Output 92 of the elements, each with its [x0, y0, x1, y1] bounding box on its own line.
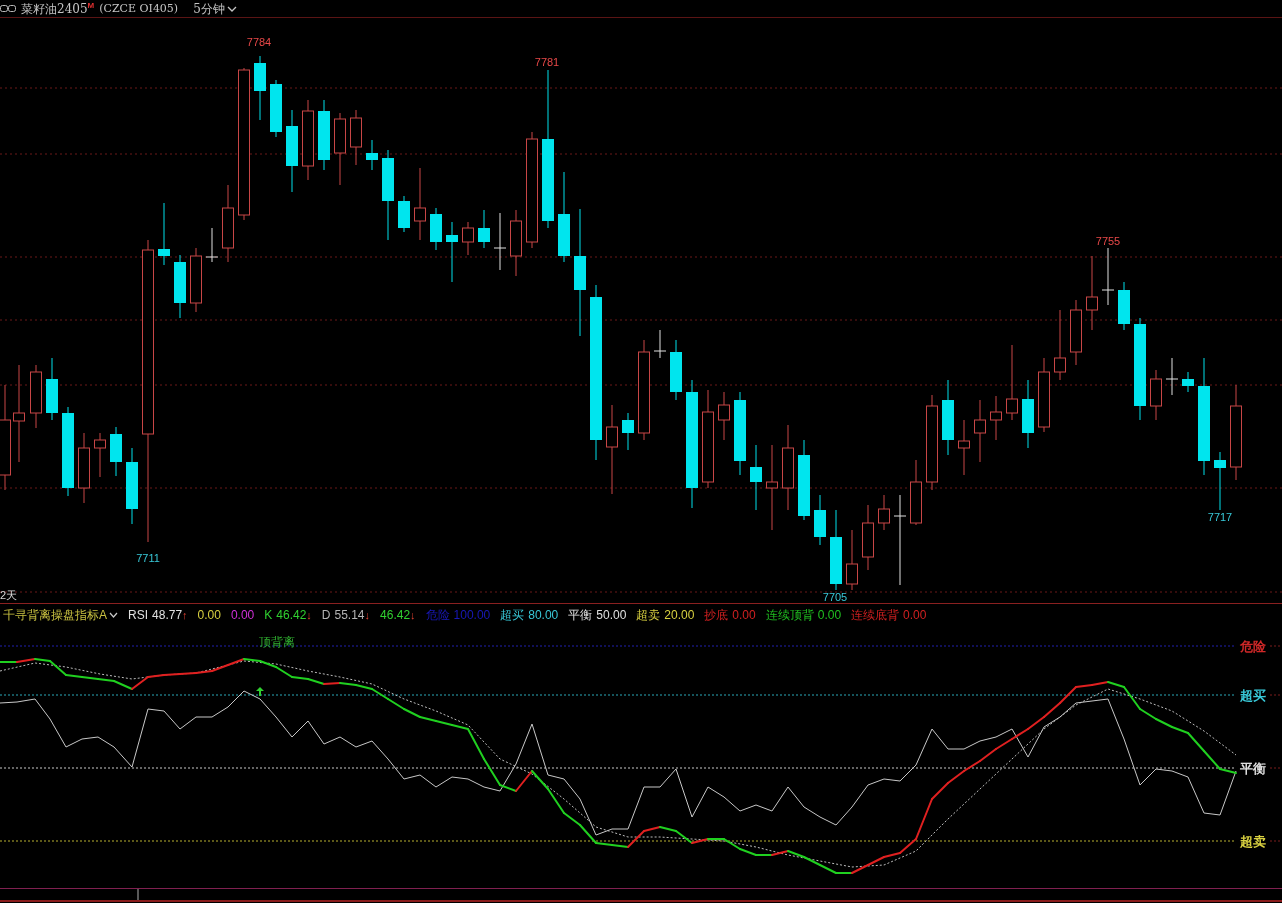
legend-value: 0.00	[732, 608, 756, 622]
candlestick	[78, 432, 90, 504]
candlestick	[462, 221, 474, 256]
legend-label: K	[264, 608, 273, 622]
legend-label: 超买	[500, 608, 525, 622]
legend-value: 20.00	[664, 608, 695, 622]
instrument-title: 菜籽油2405	[21, 0, 88, 17]
trend-arrow: ↓	[306, 608, 312, 622]
price-label: 7705	[822, 591, 848, 603]
candlestick	[493, 212, 507, 271]
legend-value: 0.00	[230, 608, 255, 622]
candlestick	[158, 202, 170, 266]
candlestick	[1022, 379, 1034, 449]
legend-value: 50.00	[596, 608, 627, 622]
candlestick	[1214, 451, 1226, 511]
candlestick	[1165, 357, 1179, 396]
candlestick	[270, 79, 282, 138]
candlestick	[1118, 281, 1130, 331]
level-label: 超卖	[1240, 833, 1266, 849]
price-label: 7784	[246, 36, 272, 48]
level-label: 平衡	[1240, 760, 1266, 776]
trend-arrow: ↓	[410, 608, 416, 622]
candlestick	[814, 494, 826, 546]
candlestick	[430, 207, 442, 251]
legend-label: 连续底背	[851, 608, 900, 622]
candlestick	[398, 195, 410, 233]
superscript-label: M	[87, 0, 95, 10]
period-dropdown[interactable]: 5分钟	[193, 0, 237, 17]
indicator-dropdown[interactable]: 千寻背离操盘指标A	[3, 608, 118, 622]
candlestick	[1070, 299, 1082, 366]
candlestick	[670, 339, 682, 401]
legend-label: 超卖	[636, 608, 661, 622]
candlestick	[878, 494, 890, 531]
candlestick	[190, 247, 202, 313]
link-icon[interactable]	[0, 5, 16, 12]
candlestick	[846, 529, 858, 591]
candlestick	[350, 109, 362, 166]
level-label: 超买	[1240, 687, 1266, 703]
candlestick	[653, 329, 667, 359]
candlestick	[174, 254, 186, 319]
legend-value: 80.00	[528, 608, 559, 622]
signal-label: 顶背离	[259, 635, 295, 649]
price-label: 7755	[1095, 235, 1121, 247]
candlestick	[446, 221, 458, 283]
legend-label: 平衡	[568, 608, 593, 622]
candlestick	[478, 209, 490, 249]
trend-arrow: ↓	[364, 608, 371, 622]
candlestick	[958, 419, 970, 476]
candlestick	[750, 444, 762, 511]
candlestick	[1150, 369, 1162, 421]
price-label: 7717	[1207, 511, 1233, 523]
candlestick	[30, 364, 42, 429]
price-label: 7711	[136, 552, 160, 564]
legend-value: 46.42	[380, 608, 411, 622]
candlestick	[1182, 371, 1194, 393]
legend-value: 55.14	[334, 608, 365, 622]
legend-value: 46.42	[276, 608, 307, 622]
candlestick	[910, 459, 922, 526]
candlestick	[718, 391, 730, 441]
contract-code: (CZCE OI405)	[99, 0, 179, 17]
legend-value: 48.77	[152, 608, 183, 622]
legend-label: 连续顶背	[765, 608, 814, 622]
legend-value: 100.00	[453, 608, 491, 622]
candlestick	[990, 395, 1002, 441]
candlestick	[94, 432, 106, 478]
candlestick	[1101, 247, 1115, 306]
candlestick	[510, 209, 522, 277]
legend-label: 抄底	[704, 608, 729, 622]
chevron-down-icon	[109, 612, 118, 618]
candlestick	[205, 227, 219, 263]
candlestick	[1054, 309, 1066, 381]
candlestick	[46, 357, 58, 421]
candlestick	[622, 412, 634, 451]
legend-label: D	[321, 608, 331, 622]
price-label: 7781	[534, 56, 560, 68]
arrow-up-icon	[256, 687, 264, 696]
chevron-down-icon	[226, 5, 237, 12]
candlestick	[110, 426, 122, 477]
trend-arrow: ↑	[182, 608, 188, 622]
range-label: 2天	[0, 589, 18, 601]
candlestick	[254, 55, 266, 121]
legend-value: 0.00	[903, 608, 927, 622]
level-label: 危险	[1240, 638, 1266, 654]
candlestick	[862, 504, 874, 571]
legend-value: 0.00	[197, 608, 221, 622]
legend-label: 危险	[425, 608, 450, 622]
legend-value: 0.00	[817, 608, 842, 622]
candlestick	[366, 139, 378, 171]
vertical-marker	[137, 889, 139, 900]
candlestick	[318, 99, 330, 171]
legend-label: RSI	[128, 608, 149, 622]
candlestick	[974, 399, 986, 463]
